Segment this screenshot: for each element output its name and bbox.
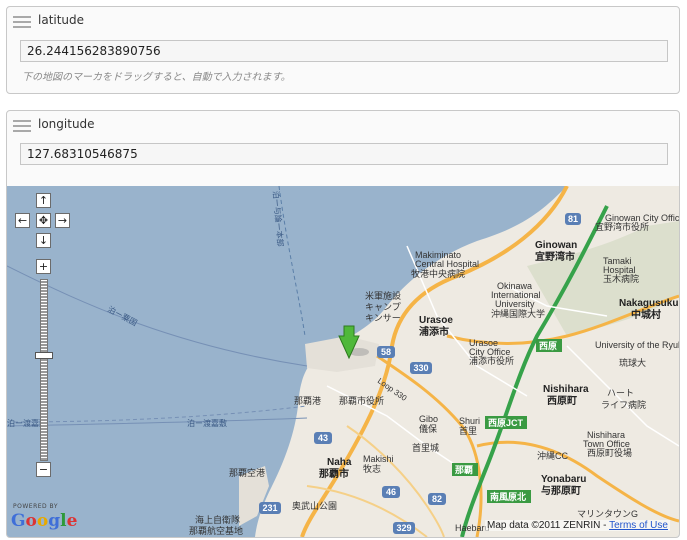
nishihara-exit-label: 西原 — [536, 339, 562, 352]
drag-handle-icon[interactable] — [13, 120, 31, 134]
map-label: 宜野湾市 — [535, 250, 575, 263]
map-label: キャンプ — [365, 302, 401, 312]
zoom-slider-track[interactable] — [40, 279, 48, 461]
route-46-shield: 46 — [382, 486, 400, 498]
map-label: Yonabaru — [541, 474, 586, 485]
map-label: 那覇市役所 — [339, 395, 384, 406]
map-label: マリンタウンG — [577, 509, 638, 519]
map-label: 首里城 — [412, 442, 439, 453]
route-330-shield: 330 — [410, 362, 432, 374]
zoom-slider-thumb[interactable] — [35, 352, 53, 359]
minami-haebaru-kita-label: 南風原北 — [487, 490, 531, 503]
svg-text:81: 81 — [568, 214, 578, 224]
map-label: 浦添市 — [419, 325, 449, 338]
terms-of-use-link[interactable]: Terms of Use — [609, 520, 668, 531]
latitude-label: latitude — [38, 13, 85, 27]
latitude-hint: 下の地図のマーカをドラッグすると、自動で入力されます。 — [22, 72, 291, 83]
map-canvas[interactable]: 58 330 43 46 231 82 329 81 西原JCT 西原 那覇 南… — [7, 186, 679, 537]
attribution-text: Map data ©2011 ZENRIN - — [487, 520, 607, 531]
map-label: 儀保 — [419, 423, 437, 434]
svg-text:南風原北: 南風原北 — [490, 491, 526, 502]
map-label: 牧港中央病院 — [411, 268, 465, 279]
map-label: Nakagusuku — [619, 298, 678, 309]
map-label: 中城村 — [631, 308, 661, 321]
pan-center-button[interactable]: ✥ — [36, 213, 51, 228]
svg-text:82: 82 — [432, 494, 442, 504]
map-label: Makishi — [363, 454, 394, 464]
pan-down-button[interactable]: ↓ — [36, 233, 51, 248]
map-label: 与那原町 — [541, 484, 581, 497]
map-label: University of the Ryukyus — [595, 340, 679, 350]
zoom-in-button[interactable]: + — [36, 259, 51, 274]
map-label: 那覇港 — [294, 395, 321, 406]
map-label: Urasoe — [419, 315, 453, 326]
map-label: 首里 — [459, 425, 477, 436]
map-label: 浦添市役所 — [469, 355, 514, 366]
map-label: Nishihara — [543, 384, 589, 395]
route-329-shield: 329 — [393, 522, 415, 534]
map-label: Gibo — [419, 414, 438, 424]
map-label: 西原町 — [547, 395, 577, 407]
map-view[interactable]: 58 330 43 46 231 82 329 81 西原JCT 西原 那覇 南… — [7, 186, 679, 537]
map-label: University — [495, 299, 535, 309]
svg-text:231: 231 — [262, 503, 277, 513]
nishihara-jct-label: 西原JCT — [485, 416, 527, 429]
powered-by-label: POWERED BY — [13, 503, 59, 510]
longitude-input[interactable] — [20, 143, 668, 165]
map-label: 琉球大 — [619, 357, 646, 368]
pan-left-button[interactable]: ← — [15, 213, 30, 228]
pan-up-button[interactable]: ↑ — [36, 193, 51, 208]
route-81-shield: 81 — [565, 213, 581, 225]
map-label: 那覇航空基地 — [189, 525, 243, 536]
svg-text:西原: 西原 — [539, 341, 557, 351]
map-label: Naha — [327, 457, 352, 468]
route-43-shield: 43 — [314, 432, 332, 444]
route-58-shield: 58 — [377, 346, 395, 358]
svg-text:330: 330 — [413, 363, 428, 373]
map-label: Ginowan — [535, 240, 577, 251]
svg-text:329: 329 — [396, 523, 411, 533]
svg-text:58: 58 — [381, 347, 391, 357]
map-label: 玉木病院 — [603, 273, 639, 284]
map-label: 沖縄国際大学 — [491, 308, 545, 319]
map-label: 泊ー渡嘉敷 — [187, 418, 227, 428]
svg-text:43: 43 — [318, 433, 328, 443]
map-label: 那覇空港 — [229, 467, 265, 478]
map-label: キンサー — [365, 313, 401, 323]
map-label: 米軍施設 — [365, 290, 401, 301]
map-label: 牧志 — [363, 463, 381, 474]
svg-text:那覇: 那覇 — [455, 465, 473, 475]
pan-right-button[interactable]: → — [55, 213, 70, 228]
map-label: 宜野湾市役所 — [595, 221, 649, 232]
svg-text:46: 46 — [386, 487, 396, 497]
map-label: 西原町役場 — [587, 447, 632, 458]
map-label: ライフ病院 — [601, 399, 646, 410]
longitude-label: longitude — [38, 117, 95, 131]
map-label: 沖縄CC — [537, 450, 568, 461]
naha-exit-label: 那覇 — [452, 463, 478, 476]
latitude-input[interactable] — [20, 40, 668, 62]
longitude-panel: longitude 127.68310546875 58 330 43 46 2… — [6, 110, 680, 538]
latitude-panel: latitude 下の地図のマーカをドラッグすると、自動で入力されます。 — [6, 6, 680, 94]
svg-text:西原JCT: 西原JCT — [488, 418, 524, 428]
zoom-out-button[interactable]: − — [36, 462, 51, 477]
google-logo[interactable]: Google — [11, 511, 77, 531]
route-231-shield: 231 — [259, 502, 281, 514]
map-label: Central Hospital — [415, 259, 479, 269]
route-82-shield: 82 — [428, 493, 446, 505]
map-label: 海上自衛隊 — [195, 514, 240, 525]
drag-handle-icon[interactable] — [13, 16, 31, 30]
map-label: Shuri — [459, 416, 480, 426]
map-label: 奥武山公園 — [292, 500, 337, 511]
map-attribution: Map data ©2011 ZENRIN - Terms of Use — [485, 520, 670, 531]
map-label: ハート — [607, 388, 634, 398]
map-label: 那覇市 — [319, 467, 349, 480]
